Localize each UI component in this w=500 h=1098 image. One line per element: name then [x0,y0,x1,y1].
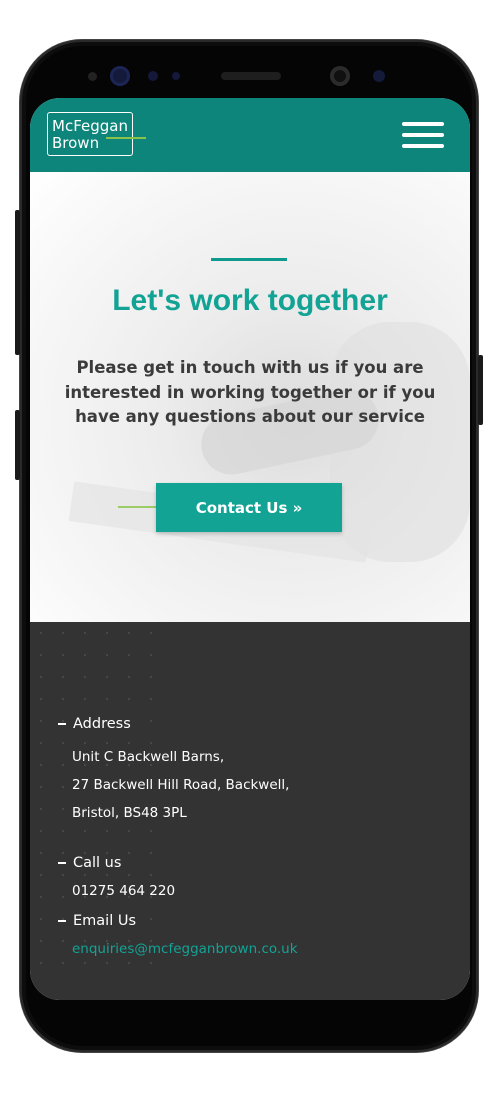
contact-footer: Address Unit C Backwell Barns, 27 Backwe… [30,622,470,1000]
sensor-dot [373,70,385,82]
earpiece-speaker [221,72,281,80]
title-divider [211,258,287,261]
phone-number[interactable]: 01275 464 220 [72,883,175,899]
address-heading: Address [58,716,131,732]
email-heading-label: Email Us [73,913,137,929]
email-heading: Email Us [58,913,136,929]
dash-icon [58,920,66,922]
hamburger-menu-icon[interactable] [402,122,444,148]
hero-description: Please get in touch with us if you are i… [64,358,436,426]
contact-us-button[interactable]: Contact Us » [156,483,342,532]
hero-section: Let's work together Please get in touch … [30,172,470,622]
phone-screen: McFeggan Brown Let's work together Pleas… [30,98,470,1000]
front-camera-icon [330,66,350,86]
logo-text-line2: Brown [52,134,100,152]
iris-scanner-icon [110,66,130,86]
address-line-1: Unit C Backwell Barns, [72,749,225,765]
address-line-3: Bristol, BS48 3PL [72,805,187,821]
address-heading-label: Address [73,716,131,732]
email-link[interactable]: enquiries@mcfegganbrown.co.uk [72,941,298,957]
menu-bar [402,133,444,137]
side-button [15,410,20,480]
call-heading: Call us [58,855,121,871]
dash-icon [58,862,66,864]
top-navigation-bar: McFeggan Brown [30,98,470,172]
hero-title: Let's work together [112,284,388,317]
menu-bar [402,122,444,126]
sensor-dot [148,71,158,81]
logo-accent-line [106,137,146,139]
logo-text-line1: McFeggan [52,117,128,135]
sensor-dot [172,72,180,80]
sensor-dot [88,72,97,81]
company-logo[interactable]: McFeggan Brown [47,112,146,156]
side-button [15,210,20,355]
menu-bar [402,144,444,148]
dash-icon [58,723,66,725]
address-line-2: 27 Backwell Hill Road, Backwell, [72,777,290,793]
call-heading-label: Call us [73,855,122,871]
side-button [478,355,483,425]
